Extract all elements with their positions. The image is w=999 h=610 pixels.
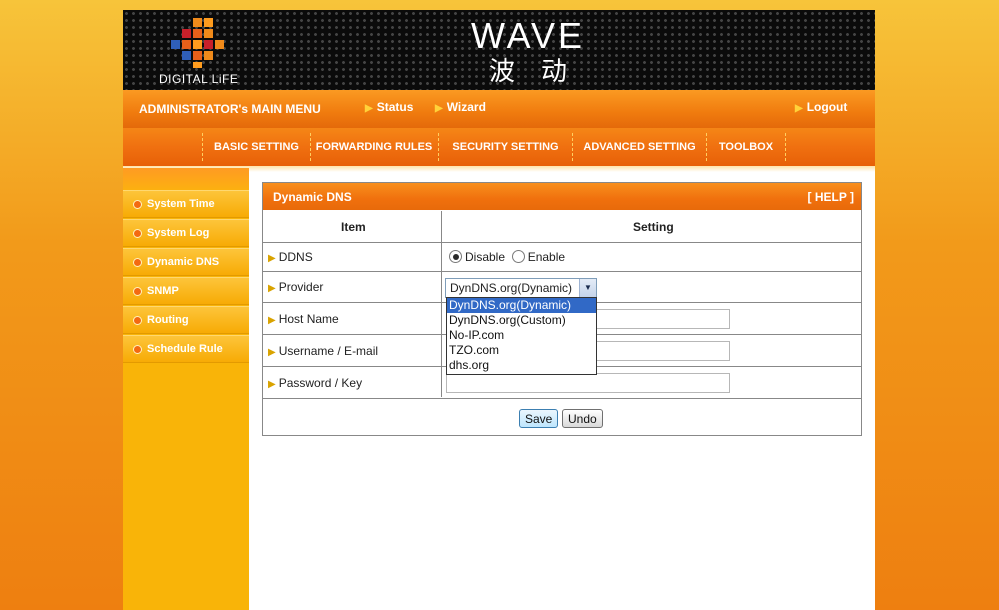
column-header-item: Item: [341, 220, 366, 234]
sidebar-item-label: Routing: [147, 314, 189, 326]
sidebar-item-label: Schedule Rule: [147, 343, 223, 355]
column-header-setting: Setting: [633, 220, 674, 234]
host-name-label: Host Name: [278, 312, 339, 326]
main-menu-title: ADMINISTRATOR's MAIN MENU: [139, 102, 321, 116]
sidebar-item-dynamic-dns[interactable]: Dynamic DNS: [123, 248, 249, 276]
row-label: ▶ Provider: [268, 280, 323, 294]
brand-title: WAVE: [470, 15, 585, 56]
tab-forwarding-rules[interactable]: FORWARDING RULES: [311, 128, 437, 166]
undo-button[interactable]: Undo: [562, 409, 603, 428]
bullet-icon: [133, 200, 142, 209]
sidebar: System Time System Log Dynamic DNS SNMP …: [123, 168, 249, 610]
save-button[interactable]: Save: [519, 409, 559, 428]
arrow-right-icon: ▶: [268, 315, 276, 326]
sidebar-item-system-log[interactable]: System Log: [123, 219, 249, 247]
nav-tabs: BASIC SETTING FORWARDING RULES SECURITY …: [123, 128, 875, 166]
provider-select[interactable]: DynDNS.org(Dynamic) ▼: [445, 278, 597, 298]
tab-advanced-setting[interactable]: ADVANCED SETTING: [573, 128, 706, 166]
ddns-enable-label: Enable: [527, 250, 566, 264]
ddns-label: DDNS: [278, 250, 313, 264]
logout-link-label: Logout: [806, 100, 848, 114]
provider-option[interactable]: TZO.com: [447, 343, 596, 358]
provider-select-value: DynDNS.org(Dynamic): [450, 281, 573, 295]
bullet-icon: [133, 229, 142, 238]
arrow-right-icon: ▶: [435, 103, 443, 114]
row-label: ▶ Password / Key: [268, 376, 362, 390]
tab-basic-setting[interactable]: BASIC SETTING: [203, 128, 310, 166]
sidebar-item-label: System Log: [147, 227, 210, 239]
logout-link[interactable]: ▶ Logout: [795, 98, 847, 116]
password-input[interactable]: [446, 373, 730, 393]
sidebar-item-routing[interactable]: Routing: [123, 306, 249, 334]
sidebar-item-system-time[interactable]: System Time: [123, 190, 249, 218]
bullet-icon: [133, 316, 142, 325]
nav-divider: [785, 133, 786, 161]
ddns-radio-group: Disable Enable: [449, 250, 565, 264]
arrow-right-icon: ▶: [268, 283, 276, 294]
sidebar-item-schedule-rule[interactable]: Schedule Rule: [123, 335, 249, 363]
sidebar-header: [123, 168, 249, 190]
button-row: Save Undo: [263, 399, 861, 435]
status-link[interactable]: ▶ Status: [365, 98, 413, 116]
help-link[interactable]: [ HELP ]: [808, 190, 854, 204]
table-row-ddns: ▶ DDNS Disable Enable: [263, 243, 861, 272]
arrow-right-icon: ▶: [268, 347, 276, 358]
wizard-link[interactable]: ▶ Wizard: [435, 98, 486, 116]
logo-text: DIGITAL LiFE: [159, 72, 239, 86]
provider-option[interactable]: No-IP.com: [447, 328, 596, 343]
sidebar-item-label: Dynamic DNS: [147, 256, 220, 268]
provider-dropdown-list: DynDNS.org(Dynamic) DynDNS.org(Custom) N…: [446, 297, 597, 375]
arrow-right-icon: ▶: [795, 103, 803, 114]
provider-option[interactable]: dhs.org: [447, 358, 596, 373]
provider-option[interactable]: DynDNS.org(Dynamic): [447, 298, 596, 313]
main-menu-bar: ADMINISTRATOR's MAIN MENU ▶ Status ▶ Wizar…: [123, 90, 875, 128]
brand-subtitle: 波动: [488, 56, 593, 86]
row-label: ▶ Host Name: [268, 312, 339, 326]
password-label: Password / Key: [278, 376, 363, 390]
panel-title: Dynamic DNS: [273, 190, 352, 204]
sidebar-item-snmp[interactable]: SNMP: [123, 277, 249, 305]
wizard-link-label: Wizard: [446, 100, 486, 114]
arrow-right-icon: ▶: [268, 379, 276, 390]
status-link-label: Status: [376, 100, 414, 114]
banner: DIGITAL LiFE WAVE 波动: [123, 10, 875, 90]
bullet-icon: [133, 258, 142, 267]
ddns-enable-radio[interactable]: [511, 250, 525, 263]
provider-label: Provider: [278, 280, 324, 294]
sidebar-item-label: SNMP: [147, 285, 179, 297]
bullet-icon: [133, 345, 142, 354]
ddns-disable-radio[interactable]: [449, 250, 462, 263]
chevron-down-icon[interactable]: ▼: [579, 279, 596, 297]
tab-security-setting[interactable]: SECURITY SETTING: [439, 128, 572, 166]
panel-header: Dynamic DNS [ HELP ]: [263, 183, 861, 210]
ddns-disable-label: Disable: [465, 250, 506, 264]
brand: WAVE 波动: [433, 15, 623, 87]
arrow-right-icon: ▶: [268, 253, 276, 264]
arrow-right-icon: ▶: [365, 103, 373, 114]
sidebar-item-label: System Time: [147, 198, 215, 210]
bullet-icon: [133, 287, 142, 296]
tab-toolbox[interactable]: TOOLBOX: [707, 128, 785, 166]
row-label: ▶ Username / E-mail: [268, 344, 378, 358]
username-label: Username / E-mail: [278, 344, 379, 358]
table-header: Item Setting: [263, 211, 861, 243]
row-label: ▶ DDNS: [268, 250, 313, 264]
provider-option[interactable]: DynDNS.org(Custom): [447, 313, 596, 328]
